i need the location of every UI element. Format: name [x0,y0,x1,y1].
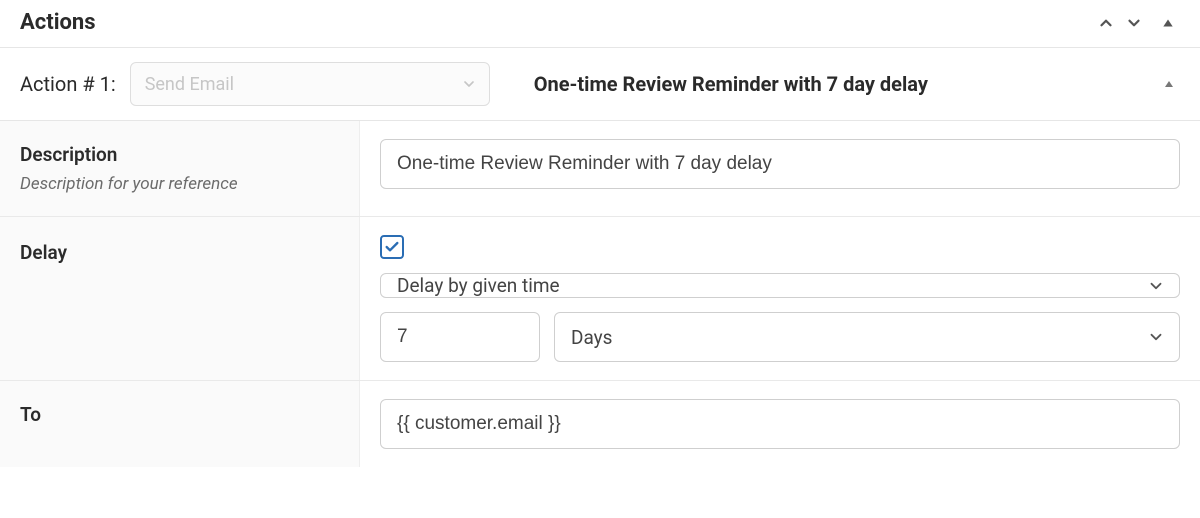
action-number-label: Action # 1: [20,72,116,96]
delay-unit-select[interactable]: Days [554,312,1180,362]
delay-amount-row: Days [380,312,1180,362]
to-input[interactable] [380,399,1180,449]
description-input-col [360,121,1200,216]
delay-row: Delay Delay by given time Days [0,217,1200,381]
delay-unit-select-value: Days [571,326,612,349]
description-label-col: Description Description for your referen… [0,121,360,216]
chevron-down-icon [1147,328,1165,346]
delay-amount-input[interactable] [380,312,540,362]
to-label-col: To [0,381,360,467]
delay-mode-select[interactable]: Delay by given time [380,273,1180,298]
move-down-button[interactable] [1122,11,1146,35]
description-row: Description Description for your referen… [0,121,1200,217]
delay-mode-select-value: Delay by given time [397,274,560,297]
header-controls [1094,11,1180,35]
action-summary-row: Action # 1: Send Email One-time Review R… [0,48,1200,121]
triangle-up-icon [1161,16,1175,30]
description-sublabel: Description for your reference [20,174,339,194]
delay-label: Delay [20,241,339,264]
actions-header: Actions [0,0,1200,48]
description-input[interactable] [380,139,1180,189]
action-title: One-time Review Reminder with 7 day dela… [504,72,1144,96]
collapse-action-button[interactable] [1158,73,1180,95]
delay-checkbox[interactable] [380,235,404,259]
chevron-up-icon [1097,14,1115,32]
delay-input-col: Delay by given time Days [360,217,1200,380]
to-row: To [0,381,1200,467]
triangle-up-icon [1163,78,1175,90]
chevron-down-icon [1125,14,1143,32]
move-up-button[interactable] [1094,11,1118,35]
chevron-down-icon [1147,277,1165,295]
action-type-select-value: Send Email [145,74,234,95]
to-label: To [20,403,339,426]
description-label: Description [20,143,339,166]
delay-checkbox-wrap [380,235,1180,259]
check-icon [384,239,400,255]
to-input-col [360,381,1200,467]
action-type-select[interactable]: Send Email [130,62,490,106]
actions-title: Actions [20,10,1094,35]
delay-label-col: Delay [0,217,360,380]
chevron-down-icon [461,76,477,92]
collapse-panel-button[interactable] [1156,11,1180,35]
